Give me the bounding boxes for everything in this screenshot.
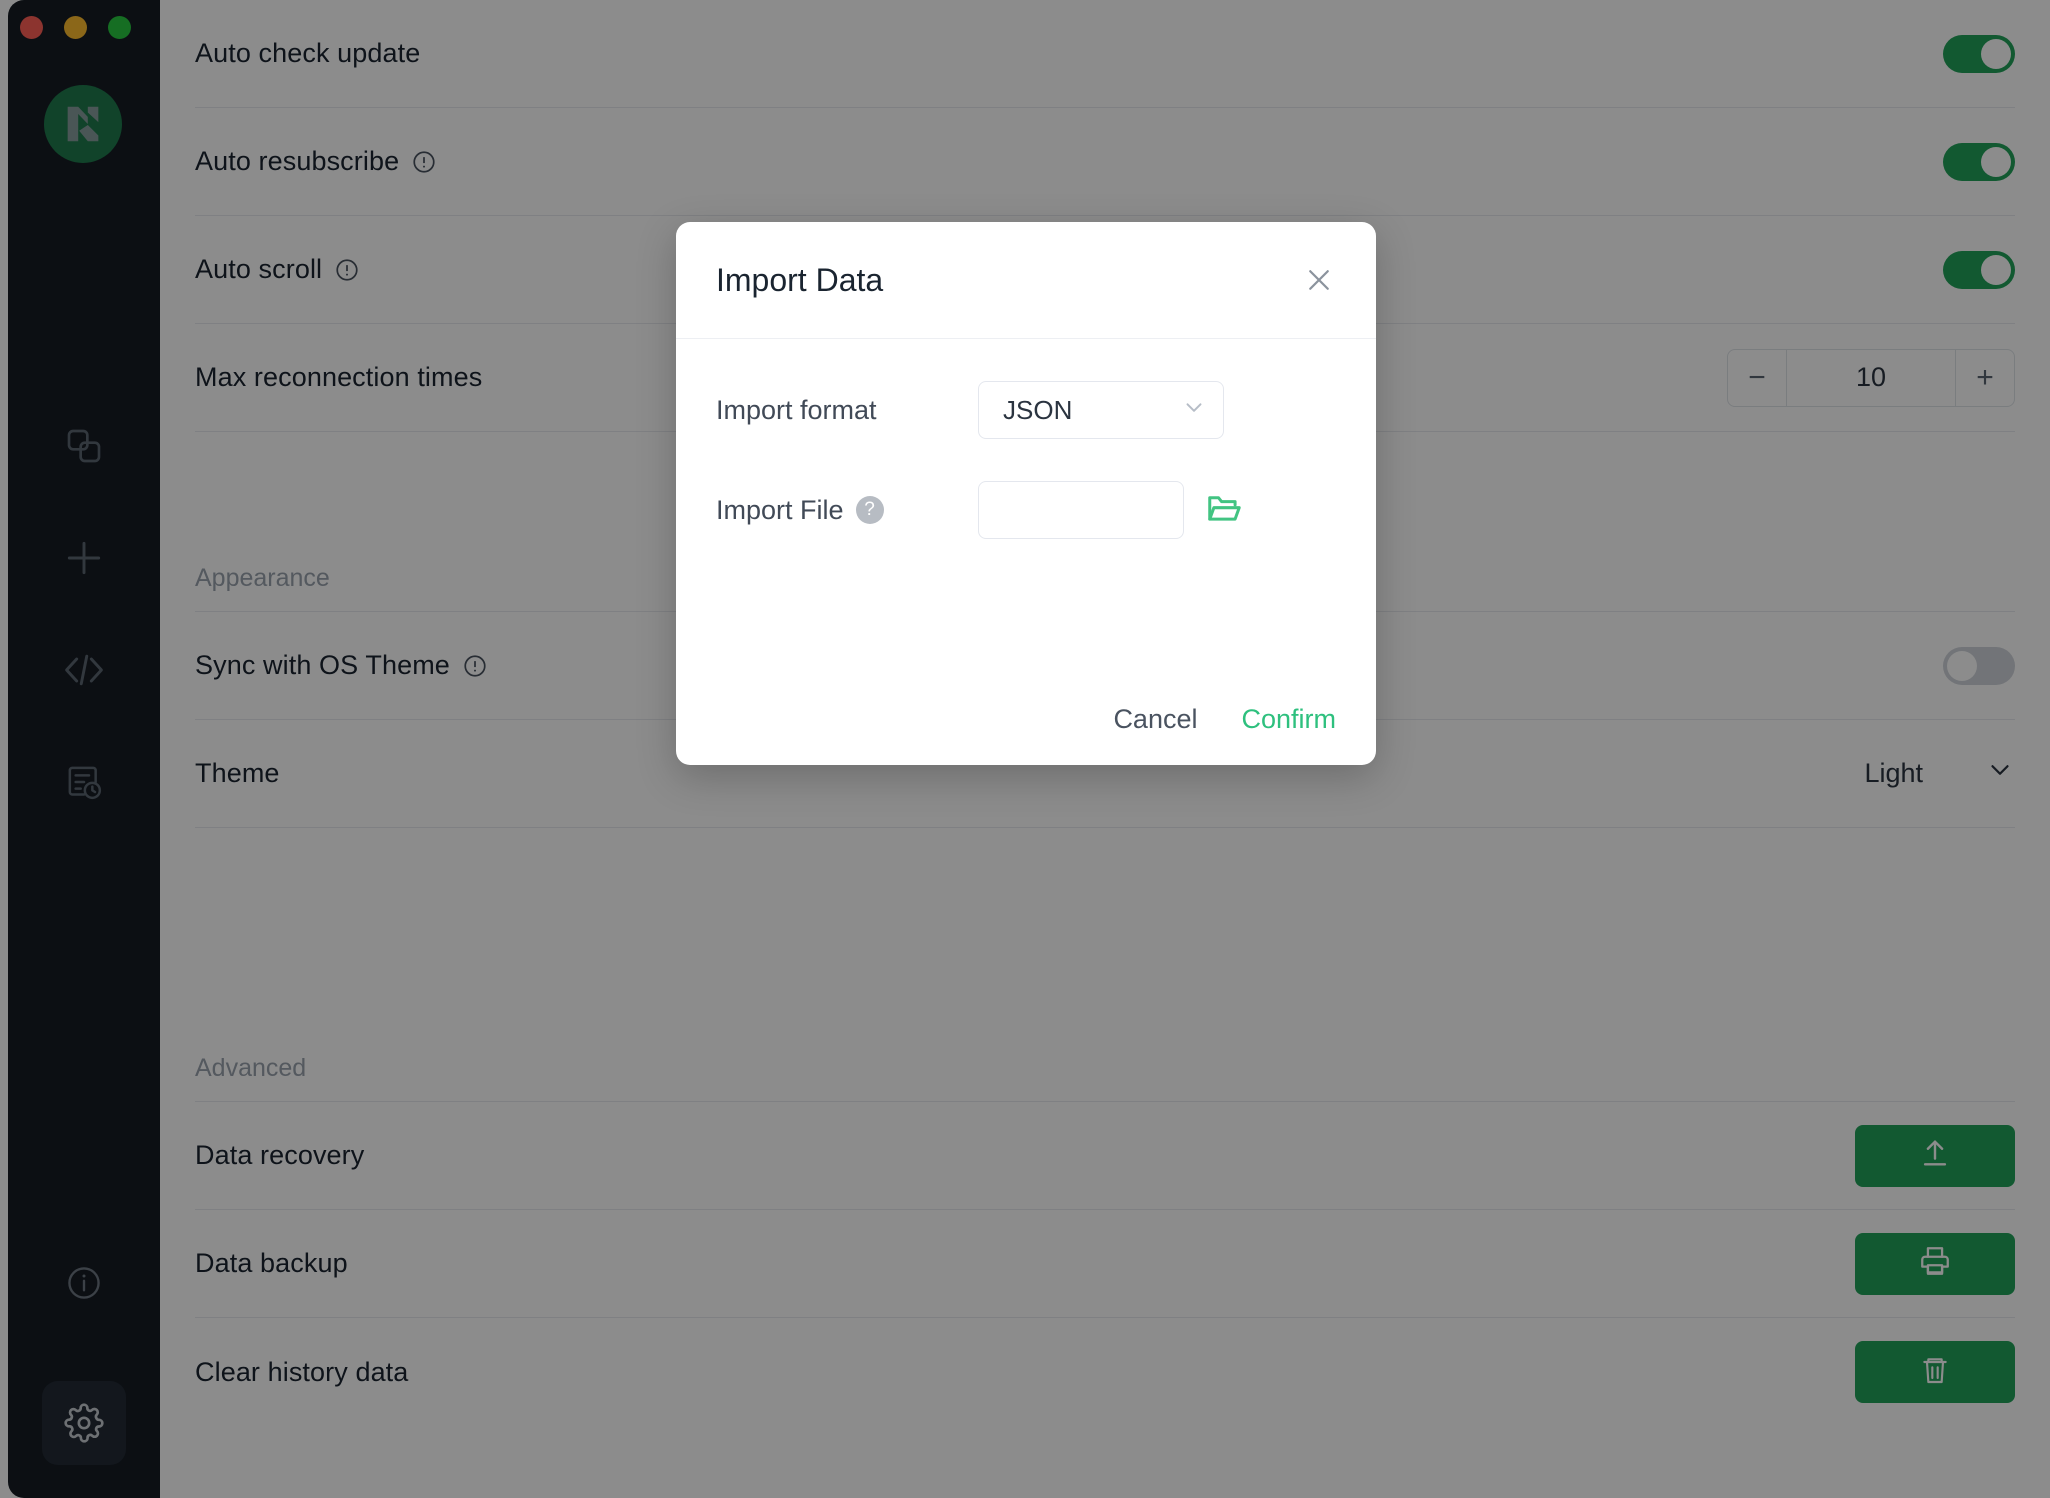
import-format-select[interactable]: JSON <box>978 381 1224 439</box>
import-format-label: Import format <box>716 395 978 426</box>
app-window: Auto check update Auto resubscribe Auto … <box>0 0 2050 1498</box>
import-format-label-text: Import format <box>716 394 877 425</box>
import-file-row: Import File ? <box>716 481 1336 539</box>
import-format-value: JSON <box>1003 394 1073 425</box>
folder-open-icon <box>1205 489 1243 532</box>
dialog-body: Import format JSON Import File ? <box>676 339 1376 539</box>
chevron-down-icon <box>1181 394 1207 427</box>
import-file-label-text: Import File <box>716 494 844 525</box>
import-data-dialog: Import Data Import format JSON Import Fi… <box>676 222 1376 765</box>
import-format-row: Import format JSON <box>716 381 1336 439</box>
confirm-button[interactable]: Confirm <box>1241 704 1336 735</box>
help-icon[interactable]: ? <box>855 496 884 524</box>
cancel-button[interactable]: Cancel <box>1113 704 1197 735</box>
close-icon[interactable] <box>1302 263 1336 297</box>
browse-file-button[interactable] <box>1204 490 1244 530</box>
dialog-footer: Cancel Confirm <box>1113 704 1336 735</box>
dialog-title: Import Data <box>716 261 884 298</box>
dialog-header: Import Data <box>676 222 1376 339</box>
import-file-input[interactable] <box>978 481 1184 539</box>
import-file-label: Import File ? <box>716 495 978 526</box>
